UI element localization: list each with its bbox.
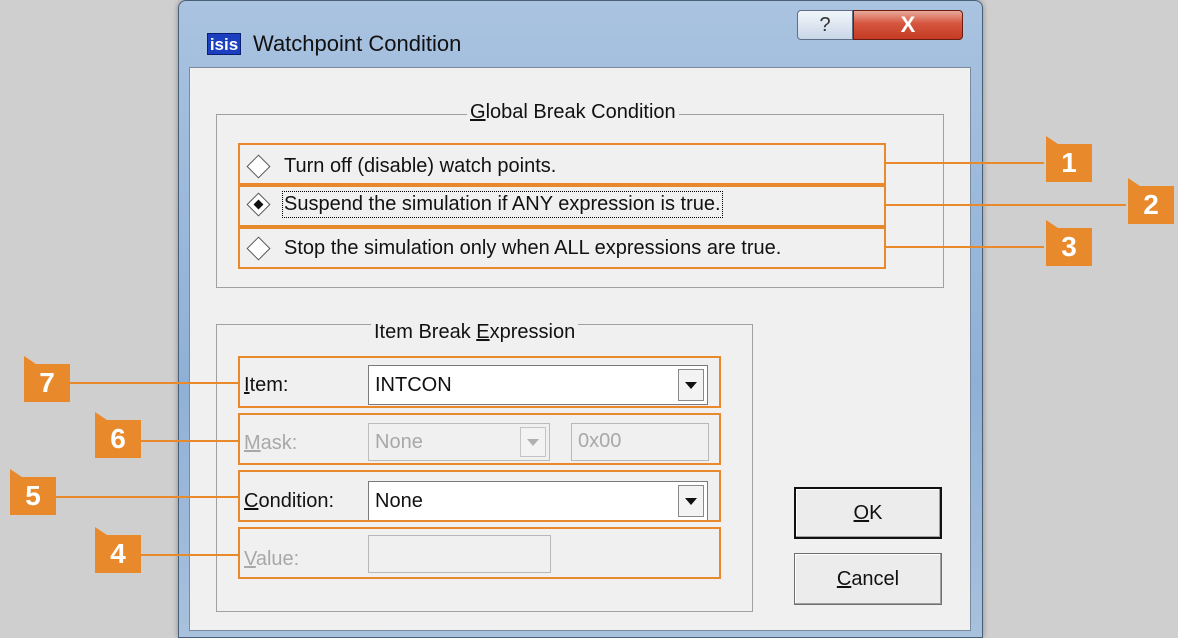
callout-line-2 <box>886 204 1126 206</box>
callout-box-7 <box>238 356 721 408</box>
callout-badge-1: 1 <box>1046 136 1092 182</box>
title-bar[interactable]: isis Watchpoint Condition ? X <box>179 1 982 67</box>
callout-line-4 <box>140 554 238 556</box>
callout-box-3 <box>238 227 886 269</box>
callout-badge-5: 5 <box>10 469 56 515</box>
callout-badge-3: 3 <box>1046 220 1092 266</box>
close-button[interactable]: X <box>853 10 963 40</box>
callout-badge-2: 2 <box>1128 178 1174 224</box>
callout-badge-7: 7 <box>24 356 70 402</box>
help-icon: ? <box>819 14 831 36</box>
callout-badge-4: 4 <box>95 527 141 573</box>
callout-badge-6: 6 <box>95 412 141 458</box>
callout-line-5 <box>50 496 238 498</box>
ok-button[interactable]: OK <box>794 487 942 539</box>
window-title: Watchpoint Condition <box>253 31 462 56</box>
callout-box-2 <box>238 185 886 227</box>
callout-box-4 <box>238 527 721 579</box>
callout-box-6 <box>238 413 721 465</box>
help-button[interactable]: ? <box>797 10 853 40</box>
isis-app-icon: isis <box>207 33 241 55</box>
callout-line-6 <box>140 440 238 442</box>
callout-line-3 <box>886 246 1044 248</box>
callout-line-7 <box>70 382 238 384</box>
callout-box-5 <box>238 470 721 522</box>
close-icon: X <box>900 12 916 37</box>
global-break-legend: Global Break Condition <box>467 101 679 124</box>
callout-box-1 <box>238 143 886 185</box>
cancel-button[interactable]: Cancel <box>794 553 942 605</box>
callout-line-1 <box>886 162 1044 164</box>
item-break-legend: Item Break Expression <box>371 321 579 344</box>
